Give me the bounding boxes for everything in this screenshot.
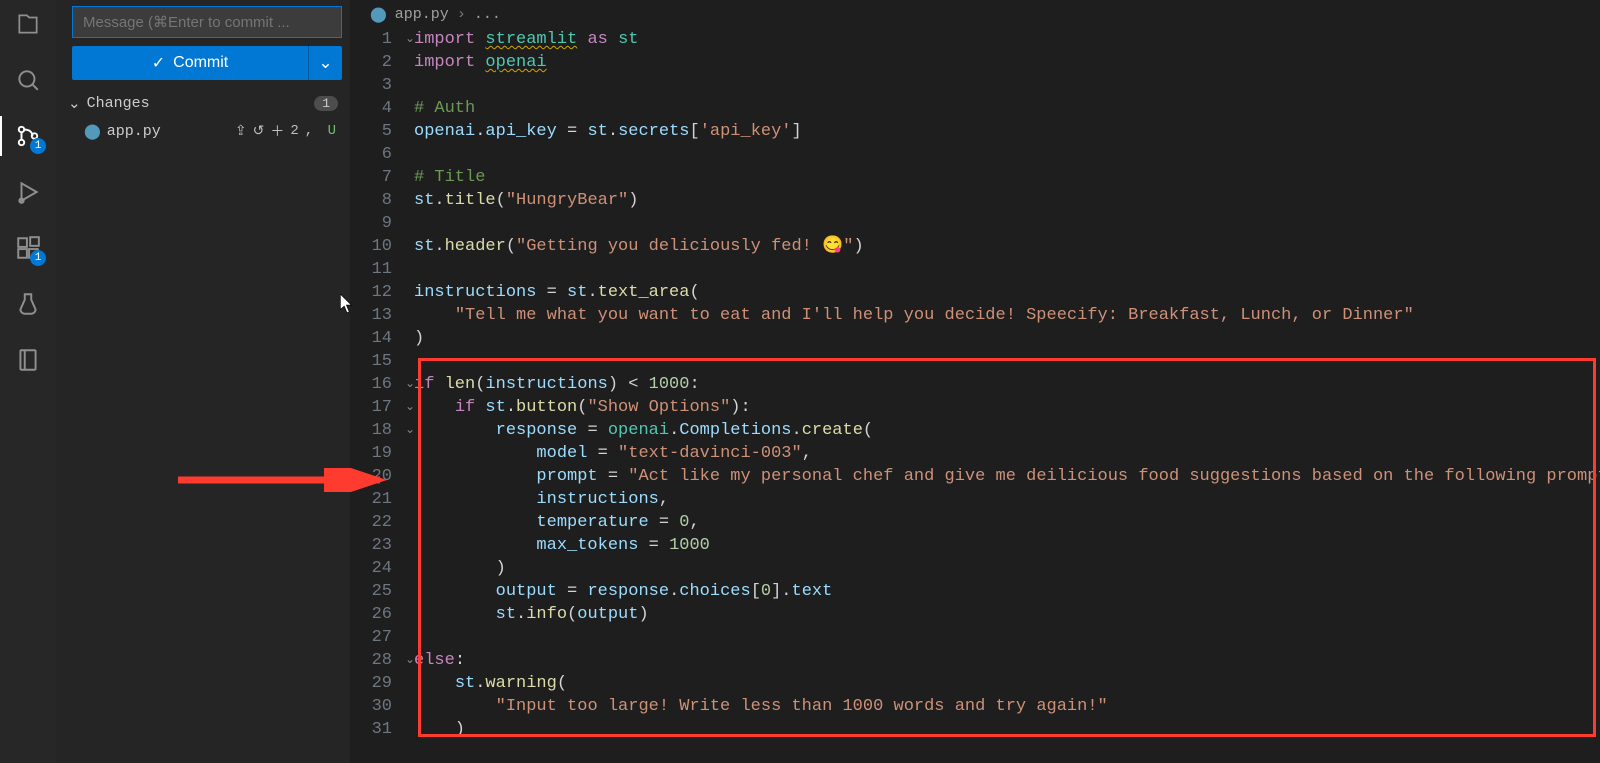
changes-count-badge: 1 bbox=[314, 96, 338, 111]
breadcrumb[interactable]: ⬤ app.py › ... bbox=[350, 0, 1600, 28]
explorer-icon[interactable] bbox=[12, 8, 44, 40]
commit-message-input[interactable] bbox=[72, 6, 342, 38]
run-debug-icon[interactable] bbox=[12, 176, 44, 208]
breadcrumb-file: app.py bbox=[395, 6, 449, 23]
file-name: app.py bbox=[107, 123, 161, 140]
file-lines: 2 bbox=[290, 123, 298, 139]
changes-label: Changes bbox=[87, 95, 150, 112]
source-control-icon[interactable]: 1 bbox=[12, 120, 44, 152]
changed-file-row[interactable]: ⬤ app.py ⇪ ↺ ＋ 2, U bbox=[64, 117, 342, 145]
changes-header[interactable]: ⌄ Changes 1 bbox=[64, 90, 342, 117]
source-control-panel: ✓ Commit ⌄ ⌄ Changes 1 ⬤ app.py ⇪ ↺ ＋ 2,… bbox=[56, 0, 350, 763]
open-file-icon[interactable]: ⇪ bbox=[235, 123, 247, 140]
search-icon[interactable] bbox=[12, 64, 44, 96]
activity-bar: 1 1 bbox=[0, 0, 56, 763]
python-file-icon: ⬤ bbox=[370, 5, 387, 24]
scm-badge: 1 bbox=[30, 138, 46, 154]
line-number-gutter: 1234567891011121314151617181920212223242… bbox=[350, 28, 404, 741]
extensions-icon[interactable]: 1 bbox=[12, 232, 44, 264]
discard-changes-icon[interactable]: ↺ bbox=[253, 123, 265, 140]
extensions-badge: 1 bbox=[30, 250, 46, 266]
python-file-icon: ⬤ bbox=[84, 122, 101, 141]
check-icon: ✓ bbox=[152, 53, 165, 73]
notebook-icon[interactable] bbox=[12, 344, 44, 376]
breadcrumb-separator: › bbox=[457, 6, 466, 23]
commit-dropdown[interactable]: ⌄ bbox=[308, 46, 342, 80]
testing-icon[interactable] bbox=[12, 288, 44, 320]
stage-changes-icon[interactable]: ＋ bbox=[270, 121, 284, 141]
breadcrumb-symbol: ... bbox=[474, 6, 501, 23]
code-content[interactable]: import streamlit as stimport openai# Aut… bbox=[414, 28, 1600, 741]
chevron-down-icon: ⌄ bbox=[68, 94, 81, 113]
commit-button[interactable]: ✓ Commit bbox=[72, 46, 308, 80]
chevron-down-icon: ⌄ bbox=[318, 53, 332, 74]
file-status: U bbox=[328, 123, 336, 139]
editor-area[interactable]: ⬤ app.py › ... 1234567891011121314151617… bbox=[350, 0, 1600, 763]
commit-button-label: Commit bbox=[173, 54, 228, 72]
